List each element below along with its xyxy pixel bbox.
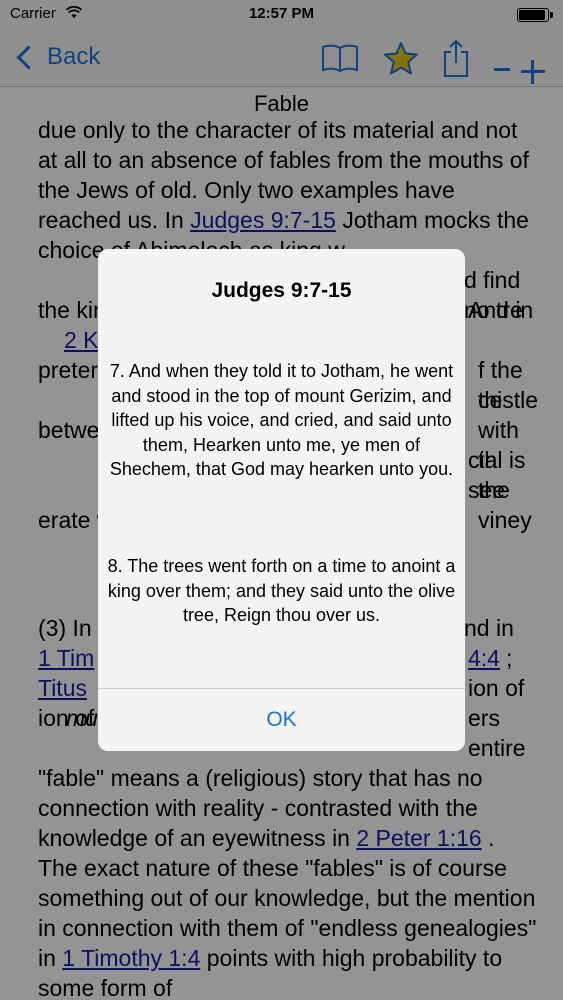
verse-alert-dialog: Judges 9:7-15 7. And when they told it t… — [98, 249, 465, 751]
ok-button[interactable]: OK — [98, 689, 465, 751]
verse-8-text: 8. The trees went forth on a time to ano… — [107, 556, 456, 625]
alert-title: Judges 9:7-15 — [211, 279, 352, 302]
verse-7-text: 7. And when they told it to Jotham, he w… — [109, 361, 454, 479]
